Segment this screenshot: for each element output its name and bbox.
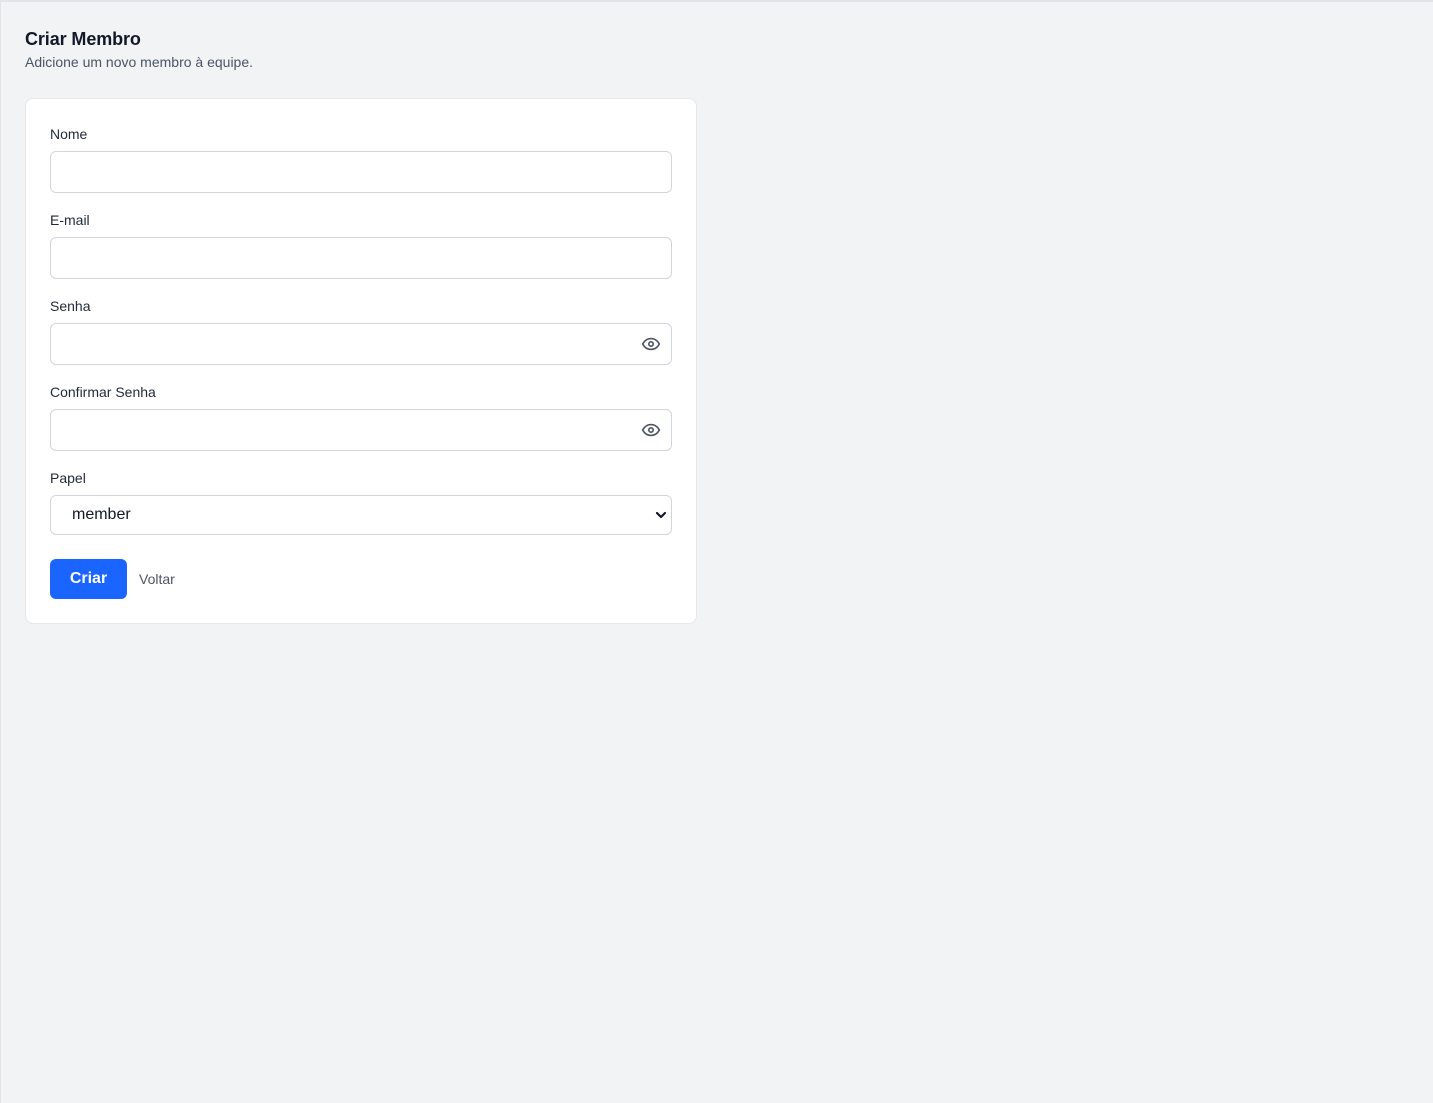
- email-label: E-mail: [50, 212, 90, 228]
- password-visibility-toggle[interactable]: [640, 333, 662, 355]
- confirm-password-label: Confirmar Senha: [50, 384, 156, 400]
- name-input-wrapper: [50, 151, 672, 193]
- name-field-group: Nome: [50, 125, 672, 193]
- create-member-page: Criar Membro Adicione um novo membro à e…: [25, 28, 697, 624]
- back-link[interactable]: Voltar: [139, 571, 175, 587]
- page-title: Criar Membro: [25, 29, 141, 49]
- password-input[interactable]: [50, 323, 672, 365]
- create-member-form: Nome E-mail Senha Confirmar Senha Papel …: [25, 98, 697, 624]
- email-input[interactable]: [50, 237, 672, 279]
- confirm-password-input[interactable]: [50, 409, 672, 451]
- role-label: Papel: [50, 470, 86, 486]
- eye-icon: [641, 423, 661, 437]
- confirm-password-field-group: Confirmar Senha: [50, 383, 672, 451]
- role-select[interactable]: member: [50, 495, 672, 535]
- page-subtitle: Adicione um novo membro à equipe.: [25, 54, 254, 70]
- form-actions: Criar Voltar: [50, 559, 175, 599]
- create-button[interactable]: Criar: [50, 559, 127, 599]
- password-input-wrapper: [50, 323, 672, 365]
- email-field-group: E-mail: [50, 211, 672, 279]
- role-field-group: Papel member: [50, 469, 672, 535]
- password-label: Senha: [50, 298, 91, 314]
- name-input[interactable]: [50, 151, 672, 193]
- password-field-group: Senha: [50, 297, 672, 365]
- confirm-password-visibility-toggle[interactable]: [640, 419, 662, 441]
- eye-icon: [641, 337, 661, 351]
- email-input-wrapper: [50, 237, 672, 279]
- confirm-password-input-wrapper: [50, 409, 672, 451]
- role-selected-value: member: [72, 506, 131, 523]
- chevron-down-icon: [655, 511, 667, 519]
- name-label: Nome: [50, 126, 88, 142]
